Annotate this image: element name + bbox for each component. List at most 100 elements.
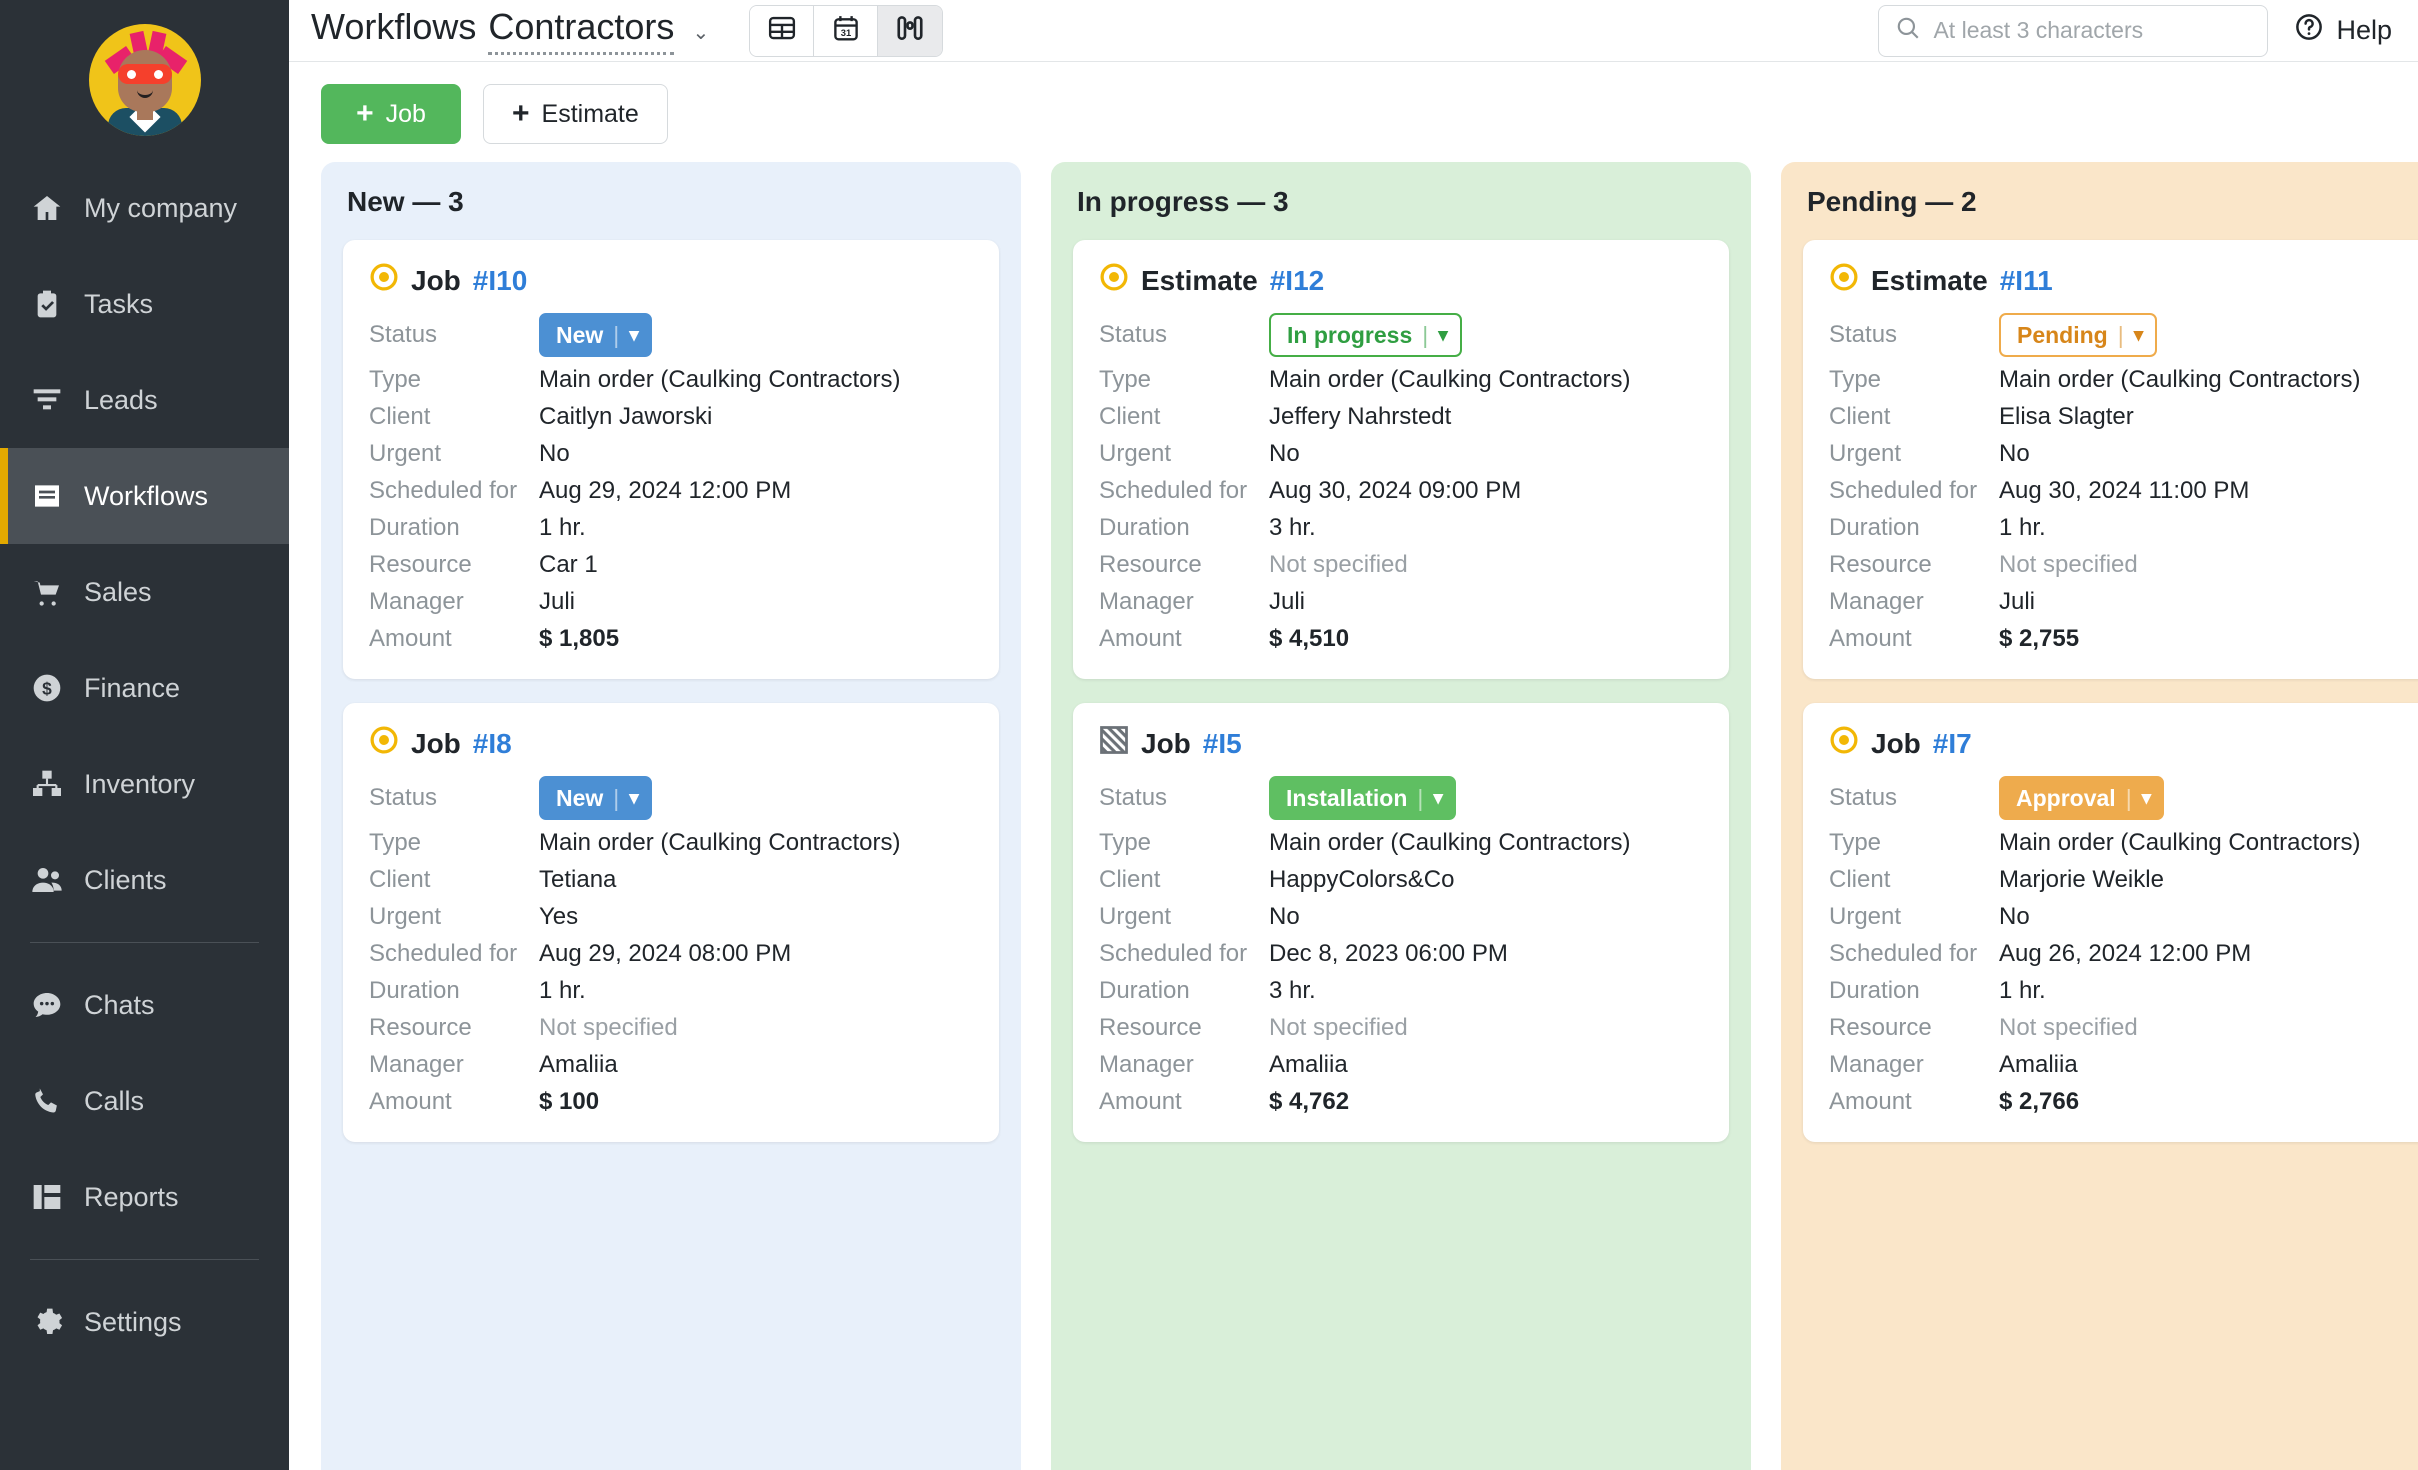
field-label-status: Status (1099, 321, 1168, 348)
field-value-duration: 1 hr. (1999, 514, 2046, 541)
status-badge[interactable]: New | ▾ (539, 313, 652, 357)
add-estimate-button[interactable]: + Estimate (483, 84, 668, 144)
help-button[interactable]: Help (2294, 12, 2392, 49)
card-header: Job #I7 (1829, 725, 2418, 762)
question-circle-icon (2294, 12, 2324, 49)
sidebar-item-reports[interactable]: Reports (0, 1149, 289, 1245)
card-id-link[interactable]: #I11 (2000, 265, 2053, 297)
kanban-board: New — 3 Job #I10 Status New | ▾ Type Main order … (289, 162, 2418, 1470)
chevron-down-icon: ▾ (1433, 787, 1443, 809)
status-badge[interactable]: Installation | ▾ (1269, 776, 1456, 820)
kanban-card[interactable]: Job #I7 Status Approval | ▾ Type Main order (Ca… (1803, 703, 2418, 1142)
card-id-link[interactable]: #I12 (1270, 265, 1325, 297)
card-id-link[interactable]: #I7 (1933, 728, 1972, 760)
field-value-type: Main order (Caulking Contractors) (1269, 829, 1631, 856)
target-dot-icon (1099, 262, 1129, 299)
field-value-type: Main order (Caulking Contractors) (1999, 829, 2361, 856)
search-box[interactable] (1878, 4, 2269, 57)
field-label-resource: Resource (369, 1014, 472, 1041)
chevron-down-icon: ▾ (629, 787, 639, 809)
chevron-down-icon[interactable]: ⌄ (692, 20, 709, 45)
workflows-icon (30, 479, 64, 513)
status-badge[interactable]: Approval | ▾ (1999, 776, 2165, 820)
status-badge[interactable]: Pending | ▾ (1999, 313, 2158, 357)
field-value-urgent: No (1269, 903, 1300, 930)
field-value-scheduled: Aug 26, 2024 12:00 PM (1999, 940, 2252, 967)
workflow-context-selector[interactable]: Contractors (488, 6, 675, 55)
card-fields: Status New | ▾ Type Main order (Caulking Cont… (369, 776, 973, 1116)
calendar-view-button[interactable]: 31 (814, 5, 879, 56)
card-id-link[interactable]: #I8 (473, 728, 512, 760)
sidebar-item-tasks[interactable]: Tasks (0, 256, 289, 352)
chevron-down-icon: ▾ (2133, 324, 2144, 346)
field-label-resource: Resource (1099, 1014, 1202, 1041)
table-icon (767, 13, 797, 48)
sidebar-item-clients[interactable]: Clients (0, 832, 289, 928)
kanban-view-button[interactable] (878, 5, 943, 56)
field-label-urgent: Urgent (1829, 903, 1902, 930)
status-cell: In progress | ▾ (1269, 313, 1703, 357)
card-header: Estimate #I12 (1099, 262, 1703, 299)
target-dot-icon (1829, 725, 1859, 762)
sidebar-item-my-company[interactable]: My company (0, 160, 289, 256)
status-badge[interactable]: New | ▾ (539, 776, 652, 820)
logo-area[interactable] (0, 0, 289, 160)
field-label-manager: Manager (1829, 588, 1924, 615)
field-label-manager: Manager (1099, 588, 1194, 615)
field-label-resource: Resource (369, 551, 472, 578)
field-label-manager: Manager (1099, 1051, 1194, 1078)
add-job-button[interactable]: + Job (321, 84, 461, 144)
table-view-button[interactable] (750, 5, 815, 56)
status-badge[interactable]: In progress | ▾ (1269, 313, 1462, 357)
field-value-client: HappyColors&Co (1269, 866, 1455, 893)
field-label-scheduled: Scheduled for (1829, 477, 1978, 504)
target-dot-icon (369, 262, 399, 299)
sidebar-item-settings[interactable]: Settings (0, 1274, 289, 1370)
field-value-duration: 3 hr. (1269, 514, 1316, 541)
sidebar-nav: My company Tasks Leads Workflows Sales $ (0, 160, 289, 1370)
field-label-client: Client (369, 403, 431, 430)
card-id-link[interactable]: #I5 (1203, 728, 1242, 760)
field-label-client: Client (1829, 866, 1891, 893)
field-value-urgent: No (1269, 440, 1300, 467)
card-kind: Job (1141, 727, 1191, 759)
column-in-progress: In progress — 3 Estimate #I12 Status In prog… (1051, 162, 1751, 1470)
card-fields: Status New | ▾ Type Main order (Caulking Cont… (369, 313, 973, 653)
field-label-type: Type (1829, 366, 1882, 393)
field-value-client: Jeffery Nahrstedt (1269, 403, 1452, 430)
sidebar-item-leads[interactable]: Leads (0, 352, 289, 448)
sidebar-item-workflows[interactable]: Workflows (0, 448, 289, 544)
people-icon (30, 863, 64, 897)
sidebar-item-finance[interactable]: $ Finance (0, 640, 289, 736)
topbar-right: Help (1878, 4, 2392, 57)
sidebar-item-label: Calls (84, 1085, 145, 1116)
field-value-duration: 1 hr. (539, 514, 586, 541)
kanban-card[interactable]: Estimate #I11 Status Pending | ▾ Type Main orde… (1803, 240, 2418, 679)
status-label: Installation (1286, 784, 1408, 811)
field-value-amount: $ 2,766 (1999, 1088, 2080, 1115)
field-value-amount: $ 1,805 (539, 625, 620, 652)
kanban-card[interactable]: Job #I8 Status New | ▾ Type Main order (Caulkin… (343, 703, 999, 1142)
field-label-urgent: Urgent (1099, 903, 1172, 930)
status-cell: Pending | ▾ (1999, 313, 2418, 357)
field-label-scheduled: Scheduled for (369, 477, 518, 504)
field-label-status: Status (1829, 784, 1898, 811)
sidebar-item-sales[interactable]: Sales (0, 544, 289, 640)
chevron-down-icon: ▾ (2141, 787, 2152, 809)
kanban-card[interactable]: Job #I10 Status New | ▾ Type Main order (Caulki… (343, 240, 999, 679)
sidebar-item-chats[interactable]: Chats (0, 957, 289, 1053)
sidebar-item-calls[interactable]: Calls (0, 1053, 289, 1149)
field-label-client: Client (369, 866, 431, 893)
card-header: Job #I10 (369, 262, 973, 299)
field-label-status: Status (1099, 784, 1168, 811)
sidebar-item-inventory[interactable]: Inventory (0, 736, 289, 832)
kanban-card[interactable]: Estimate #I12 Status In progress | ▾ Type Main … (1073, 240, 1729, 679)
sidebar-item-label: Settings (84, 1306, 182, 1337)
card-id-link[interactable]: #I10 (473, 265, 528, 297)
kanban-card[interactable]: Job #I5 Status Installation | ▾ Type Main order… (1073, 703, 1729, 1142)
field-label-status: Status (1829, 321, 1898, 348)
field-label-amount: Amount (1829, 1088, 1912, 1115)
funnel-icon (30, 383, 64, 417)
field-label-status: Status (369, 784, 438, 811)
search-input[interactable] (1933, 17, 2252, 44)
